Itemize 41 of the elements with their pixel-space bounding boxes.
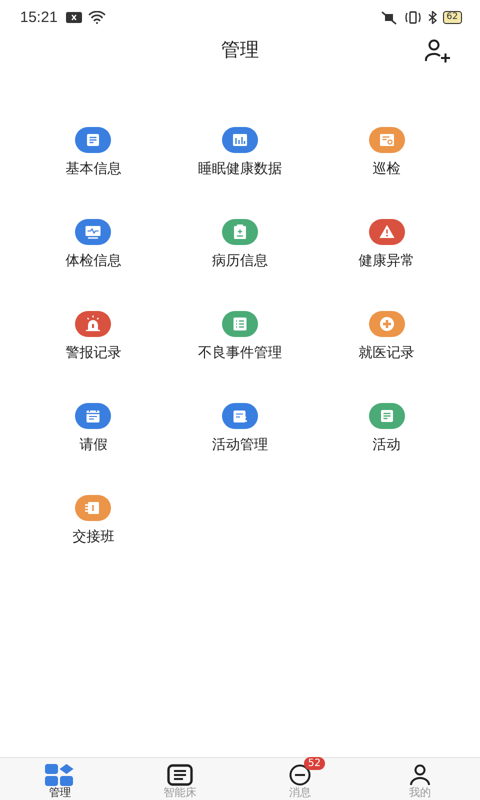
chart-icon[interactable]: [222, 127, 258, 153]
menu-label[interactable]: 不良事件管理: [198, 345, 282, 361]
nav-tab[interactable]: 52 消息: [240, 758, 360, 800]
edit-icon[interactable]: [222, 403, 258, 429]
bluetooth-icon: [428, 11, 437, 24]
cross-icon[interactable]: [368, 311, 405, 337]
doc-icon[interactable]: [75, 127, 112, 153]
calendar-icon[interactable]: [75, 403, 112, 429]
menu-label[interactable]: 活动管理: [212, 437, 268, 453]
menu-label[interactable]: 就医记录: [358, 345, 415, 361]
clipboard-icon[interactable]: [222, 219, 258, 245]
menu-label[interactable]: 体检信息: [65, 253, 122, 269]
menu-label[interactable]: 警报记录: [65, 345, 122, 361]
doc-icon[interactable]: [368, 403, 405, 429]
nav-tab[interactable]: 管理: [0, 758, 120, 800]
menu-label[interactable]: 睡眠健康数据: [198, 161, 282, 177]
menu-label[interactable]: 病历信息: [212, 253, 268, 269]
warning-icon[interactable]: [368, 219, 405, 245]
vibrate-icon: [404, 11, 422, 24]
grid-icon: [45, 764, 75, 786]
wifi-icon: [88, 11, 106, 24]
monitor-icon[interactable]: [75, 219, 112, 245]
list-icon: [167, 764, 193, 786]
list-icon[interactable]: [222, 311, 258, 337]
mute-icon: [380, 10, 398, 24]
page-title: 管理: [221, 38, 259, 63]
status-time: 15:21: [20, 9, 58, 26]
unread-badge: 52: [304, 757, 325, 770]
battery-level: 62: [442, 11, 462, 24]
search-icon[interactable]: [368, 127, 405, 153]
person-icon: [409, 764, 431, 786]
menu-label[interactable]: 请假: [79, 437, 108, 453]
menu-label[interactable]: 活动: [372, 437, 401, 453]
menu-label[interactable]: 健康异常: [358, 253, 415, 269]
notification-icon: [66, 12, 82, 23]
add-user-icon[interactable]: [424, 39, 452, 63]
exchange-icon[interactable]: [75, 495, 112, 521]
alarm-icon[interactable]: [75, 311, 112, 337]
menu-label[interactable]: 交接班: [72, 529, 114, 545]
menu-label[interactable]: 基本信息: [65, 161, 122, 177]
menu-label[interactable]: 巡检: [372, 161, 401, 177]
